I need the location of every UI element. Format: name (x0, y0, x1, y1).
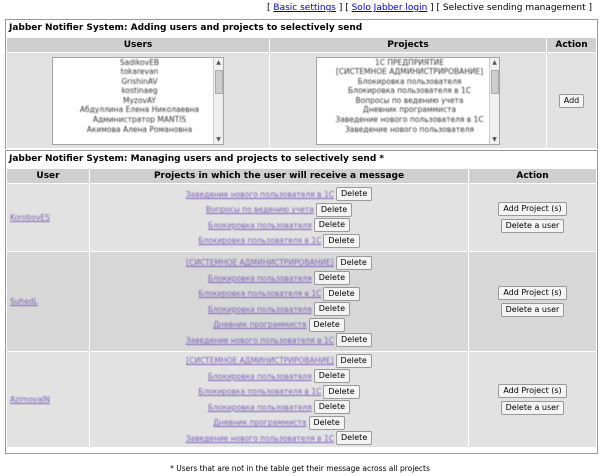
add-projects-button[interactable]: Add Project (s) (498, 384, 567, 398)
projects-listbox[interactable]: ▲ ▼ 1С ПРЕДПРИЯТИЕ [СИСТЕМНОЕ АДМИНИСТРИРО… (316, 56, 500, 145)
delete-user-button[interactable]: Delete a user (500, 219, 565, 233)
user-link[interactable]: AzimovaIN (8, 395, 50, 404)
list-item[interactable]: GrishinAV (53, 77, 223, 87)
add-projects-button[interactable]: Add Project (s) (498, 202, 567, 216)
list-item[interactable]: MyzovAY (53, 96, 223, 106)
project-link[interactable]: [СИСТЕМНОЕ АДМИНИСТРИРОВАНИЕ] (186, 258, 333, 267)
project-link[interactable]: Дневник программиста (213, 418, 306, 427)
table-row: KorobovES Заведение нового пользователя в… (6, 183, 597, 252)
project-entry: Блокировка пользователя Delete (91, 271, 467, 287)
delete-project-button[interactable]: Delete (313, 218, 351, 233)
project-link[interactable]: Блокировка пользователя (208, 305, 312, 314)
project-link[interactable]: Блокировка пользователя в 1С (198, 236, 321, 245)
action-column-header: Action (468, 168, 597, 184)
projects-column-header: Projects (269, 37, 547, 53)
action-column-header: Action (546, 37, 597, 53)
delete-project-button[interactable]: Delete (335, 255, 372, 270)
project-entry: Блокировка пользователя Delete (91, 218, 467, 234)
delete-project-button[interactable]: Delete (308, 415, 345, 430)
users-column-header: Users (6, 37, 270, 53)
list-item[interactable]: [СИСТЕМНОЕ АДМИНИСТРИРОВАНИЕ] (317, 67, 499, 77)
list-item[interactable]: Дневник программиста (317, 105, 499, 115)
project-link[interactable]: Заведение нового пользователя в 1С (186, 190, 334, 199)
project-link[interactable]: Блокировка пользователя в 1С (198, 289, 321, 298)
delete-user-button[interactable]: Delete a user (500, 303, 565, 317)
delete-project-button[interactable]: Delete (335, 187, 373, 202)
project-entry: Блокировка пользователя Delete (91, 302, 467, 318)
user-link[interactable]: KorobovES (8, 213, 50, 222)
delete-project-button[interactable]: Delete (313, 400, 351, 415)
project-link[interactable]: Блокировка пользователя в 1С (198, 387, 321, 396)
add-button[interactable]: Add (558, 93, 585, 108)
managing-table: User Projects in which the user will rec… (6, 168, 597, 448)
project-link[interactable]: Блокировка пользователя (208, 221, 312, 230)
project-link[interactable]: Заведение нового пользователя в 1С (186, 336, 334, 345)
delete-user-button[interactable]: Delete a user (500, 401, 565, 415)
project-entry: Блокировка пользователя в 1С Delete (91, 384, 467, 400)
delete-project-button[interactable]: Delete (313, 271, 351, 286)
list-item[interactable]: Блокировка пользователя в 1С (317, 86, 499, 96)
delete-project-button[interactable]: Delete (335, 333, 373, 348)
project-entry: Заведение нового пользователя в 1С Delete (91, 431, 467, 447)
user-link[interactable]: SuhedL (8, 297, 38, 306)
list-item[interactable]: tokarevan (53, 67, 223, 77)
project-entry: Блокировка пользователя Delete (91, 400, 467, 416)
delete-project-button[interactable]: Delete (313, 302, 351, 317)
delete-project-button[interactable]: Delete (315, 202, 353, 217)
project-entry: [СИСТЕМНОЕ АДМИНИСТРИРОВАНИЕ] Delete (91, 255, 467, 271)
selective-sending-current: Selective sending management (442, 3, 586, 13)
list-item[interactable]: Абдуллина Елена Николаевна (53, 105, 223, 115)
project-link[interactable]: Заведение нового пользователя в 1С (186, 434, 334, 443)
table-row: AzimovaIN [СИСТЕМНОЕ АДМИНИСТРИРОВАНИЕ] De… (6, 351, 597, 448)
project-link[interactable]: Вопросы по ведению учета (206, 205, 314, 214)
managing-panel-title: Jabber Notifier System: Managing users a… (9, 154, 385, 164)
project-entry: Блокировка пользователя Delete (91, 369, 467, 385)
basic-settings-link[interactable]: Basic settings (273, 3, 336, 13)
project-entry: Заведение нового пользователя в 1С Delete (91, 333, 467, 349)
project-entry: Вопросы по ведению учета Delete (91, 202, 467, 218)
list-item[interactable]: Заведение нового пользователя в 1С (317, 115, 499, 125)
project-entry: Дневник программиста Delete (91, 317, 467, 333)
project-entry: Заведение нового пользователя в 1С Delete (91, 187, 467, 203)
list-item[interactable]: Заведение нового пользователя (317, 125, 499, 135)
project-link[interactable]: Блокировка пользователя (208, 372, 312, 381)
add-projects-button[interactable]: Add Project (s) (498, 286, 567, 300)
delete-project-button[interactable]: Delete (323, 286, 360, 301)
list-item[interactable]: 1С ПРЕДПРИЯТИЕ (317, 58, 499, 68)
delete-project-button[interactable]: Delete (313, 369, 351, 384)
list-item[interactable]: Акимова Алена Романовна (53, 125, 223, 135)
users-listbox[interactable]: ▲ ▼ SadikovEB tokarevan GrishinAV kostinaeg M… (52, 56, 224, 145)
footnote: * Users that are not in the table get th… (170, 464, 430, 473)
project-entry: Блокировка пользователя в 1С Delete (91, 233, 467, 249)
delete-project-button[interactable]: Delete (323, 233, 360, 248)
list-item[interactable]: SadikovEB (53, 58, 223, 68)
projects-column-header: Projects in which the user will receive … (89, 168, 469, 184)
project-link[interactable]: Дневник программиста (213, 320, 306, 329)
list-item[interactable]: Администратор MANTIS (53, 115, 223, 125)
project-entry: [СИСТЕМНОЕ АДМИНИСТРИРОВАНИЕ] Delete (91, 353, 467, 369)
managing-panel: Jabber Notifier System: Managing users a… (5, 150, 598, 454)
project-entry: Блокировка пользователя в 1С Delete (91, 286, 467, 302)
project-link[interactable]: Блокировка пользователя (208, 403, 312, 412)
delete-project-button[interactable]: Delete (335, 353, 372, 368)
scroll-down-icon[interactable]: ▼ (214, 135, 223, 144)
scroll-down-icon[interactable]: ▼ (490, 135, 499, 144)
adding-panel: Jabber Notifier System: Adding users and… (5, 19, 598, 149)
list-item[interactable]: Вопросы по ведению учета (317, 96, 499, 106)
project-entry: Дневник программиста Delete (91, 415, 467, 431)
solo-jabber-login-link[interactable]: Solo Jabber login (352, 3, 428, 13)
delete-project-button[interactable]: Delete (323, 384, 360, 399)
list-item[interactable]: kostinaeg (53, 86, 223, 96)
adding-panel-title: Jabber Notifier System: Adding users and… (9, 23, 363, 33)
delete-project-button[interactable]: Delete (308, 317, 345, 332)
project-link[interactable]: [СИСТЕМНОЕ АДМИНИСТРИРОВАНИЕ] (186, 356, 333, 365)
adding-table: Users Projects Action ▲ ▼ SadikovEB tokare… (6, 37, 597, 149)
project-link[interactable]: Блокировка пользователя (208, 274, 312, 283)
table-row: SuhedL [СИСТЕМНОЕ АДМИНИСТРИРОВАНИЕ] Delet… (6, 251, 597, 352)
top-navigation: [ Basic settings ] [ Solo Jabber login ]… (267, 3, 592, 13)
delete-project-button[interactable]: Delete (335, 431, 373, 446)
list-item[interactable]: Блокировка пользователя (317, 77, 499, 87)
user-column-header: User (6, 168, 90, 184)
